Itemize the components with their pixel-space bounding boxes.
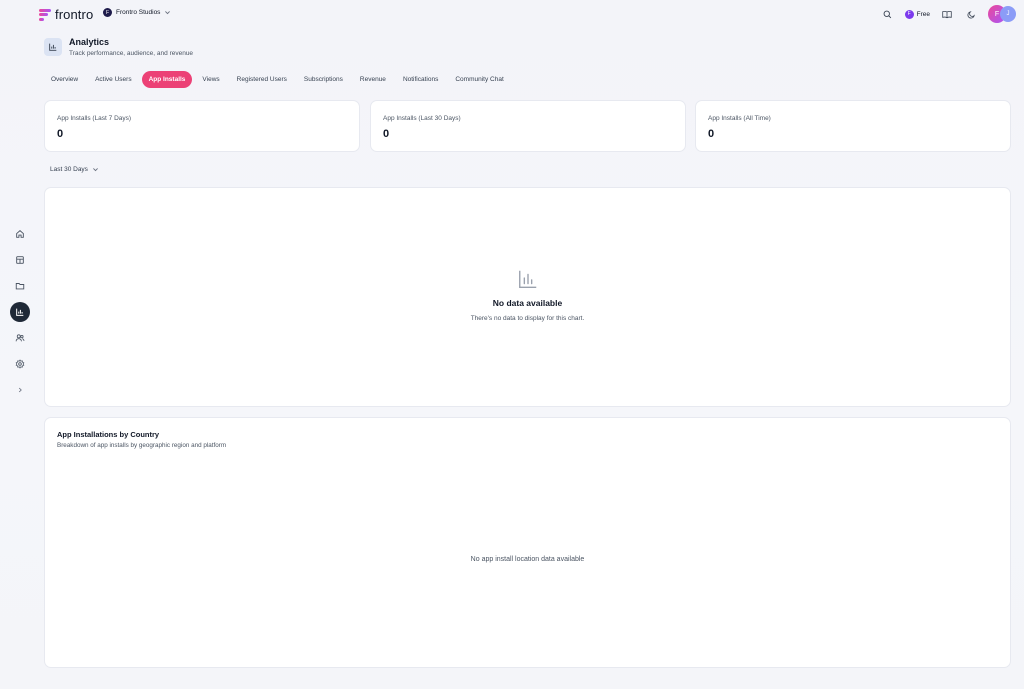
stat-value: 0: [708, 128, 715, 140]
tab-notifications[interactable]: Notifications: [396, 71, 445, 88]
tab-subscriptions[interactable]: Subscriptions: [297, 71, 350, 88]
plan-label: Free: [916, 10, 930, 18]
theme-toggle[interactable]: [964, 7, 978, 21]
bar-chart-icon: [518, 270, 536, 288]
sidebar-item-settings[interactable]: [10, 354, 30, 374]
org-avatar: F: [103, 8, 112, 17]
analytics-tabs: Overview Active Users App Installs Views…: [44, 71, 514, 88]
tab-app-installs[interactable]: App Installs: [141, 71, 193, 88]
stat-label: App Installs (All Time): [708, 115, 771, 122]
stat-card-all-time: App Installs (All Time) 0: [695, 100, 1011, 152]
users-icon: [15, 334, 25, 342]
chevron-right-icon: [18, 387, 22, 393]
section-subtitle: Breakdown of app installs by geographic …: [57, 442, 227, 449]
org-name: Frontro Studios: [116, 9, 161, 16]
page-title: Analytics: [69, 37, 110, 47]
brand-logo[interactable]: frontro: [39, 7, 93, 22]
home-icon: [16, 230, 24, 238]
country-installs-card: App Installations by Country Breakdown o…: [44, 417, 1011, 668]
brand-name: frontro: [55, 7, 94, 22]
chart-empty-state: No data available There's no data to dis…: [45, 268, 1010, 322]
tab-views[interactable]: Views: [195, 71, 226, 88]
folder-icon: [15, 283, 25, 290]
top-bar: frontro F Frontro Studios F Free F J: [0, 0, 1024, 28]
search-button[interactable]: [881, 7, 895, 21]
date-range-value: Last 30 Days: [50, 166, 88, 173]
docs-button[interactable]: [940, 7, 954, 21]
stat-card-30-days: App Installs (Last 30 Days) 0: [370, 100, 686, 152]
sidebar-item-home[interactable]: [10, 224, 30, 244]
tab-overview[interactable]: Overview: [44, 71, 85, 88]
org-switcher[interactable]: F Frontro Studios: [103, 8, 171, 17]
empty-title: No data available: [492, 298, 563, 308]
date-range-select[interactable]: Last 30 Days: [50, 166, 99, 173]
tab-registered-users[interactable]: Registered Users: [230, 71, 294, 88]
sidebar-expand[interactable]: [10, 380, 30, 400]
stat-value: 0: [383, 128, 390, 140]
tab-active-users[interactable]: Active Users: [88, 71, 138, 88]
plan-icon: F: [904, 9, 914, 19]
sidebar-item-analytics[interactable]: [10, 302, 30, 322]
tab-revenue[interactable]: Revenue: [353, 71, 393, 88]
analytics-icon: [16, 308, 24, 316]
sidebar-item-files[interactable]: [10, 276, 30, 296]
page-header: Analytics Track performance, audience, a…: [44, 37, 193, 57]
chevron-down-icon: [93, 168, 98, 172]
sidebar-item-layout[interactable]: [10, 250, 30, 270]
installs-chart-card: No data available There's no data to dis…: [44, 187, 1011, 407]
moon-icon: [966, 10, 975, 19]
section-title: App Installations by Country: [57, 430, 160, 439]
stat-label: App Installs (Last 7 Days): [57, 115, 132, 122]
settings-icon: [15, 359, 25, 369]
layout-icon: [16, 256, 24, 264]
stat-label: App Installs (Last 30 Days): [383, 115, 461, 122]
empty-subtitle: There's no data to display for this char…: [470, 315, 585, 322]
book-open-icon: [942, 10, 952, 18]
country-empty-state: No app install location data available: [470, 556, 585, 563]
search-icon: [883, 10, 892, 18]
plan-badge[interactable]: F Free: [904, 9, 930, 19]
chevron-down-icon: [165, 11, 171, 15]
secondary-avatar[interactable]: J: [1000, 6, 1016, 22]
analytics-header-icon: [44, 38, 62, 56]
page-subtitle: Track performance, audience, and revenue: [69, 50, 194, 57]
stat-card-7-days: App Installs (Last 7 Days) 0: [44, 100, 360, 152]
sidebar-item-users[interactable]: [10, 328, 30, 348]
stat-value: 0: [57, 128, 64, 140]
tab-community-chat[interactable]: Community Chat: [448, 71, 510, 88]
frontro-logo-icon: [39, 8, 51, 21]
sidebar-nav: [10, 224, 30, 400]
